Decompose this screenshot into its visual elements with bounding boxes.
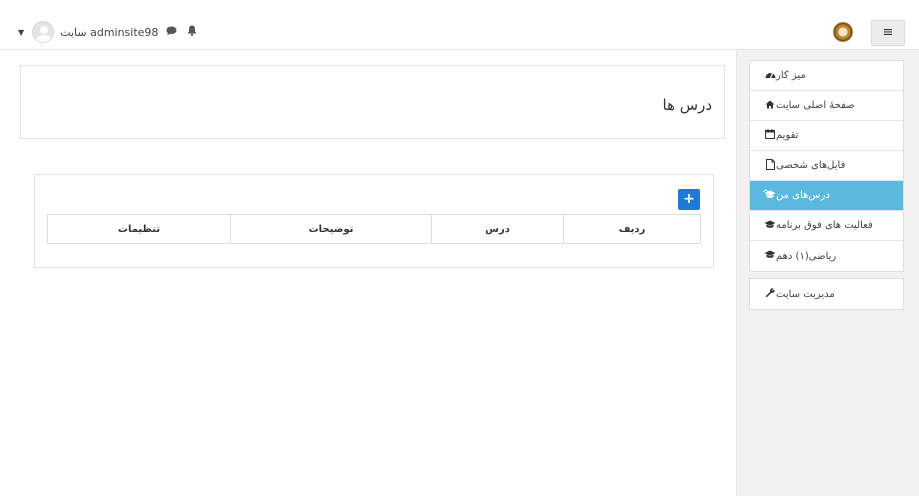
column-header-description[interactable]: توضیحات [230, 215, 431, 243]
comment-icon[interactable] [166, 26, 177, 39]
sidebar-item-dashboard[interactable]: میز کار [750, 61, 903, 91]
sidebar-item-math-10[interactable]: ریاضی(۱) دهم [750, 241, 903, 271]
plus-icon: + [683, 191, 695, 207]
graduation-cap-icon [764, 220, 776, 232]
sidebar-item-label: فعالیت های فوق برنامه [776, 220, 873, 231]
home-icon [764, 100, 776, 112]
sidebar-item-label: درس‌های من [776, 190, 830, 201]
bell-icon[interactable] [187, 25, 197, 39]
site-logo[interactable] [833, 22, 853, 42]
sidebar-item-private-files[interactable]: فایل‌های شخصی [750, 151, 903, 181]
sidebar-item-label: ریاضی(۱) دهم [776, 250, 837, 262]
sidebar-nav-group: میز کار صفحهٔ اصلی سایت تقویم [749, 60, 904, 272]
username[interactable]: سایت adminsite98 [60, 26, 158, 39]
wrench-icon [764, 287, 776, 301]
sidebar-item-calendar[interactable]: تقویم [750, 121, 903, 151]
sidebar-item-home[interactable]: صفحهٔ اصلی سایت [750, 91, 903, 121]
sidebar-item-site-admin[interactable]: مدیریت سایت [750, 279, 903, 309]
sidebar-item-label: فایل‌های شخصی [776, 160, 846, 171]
graduation-cap-icon [764, 250, 776, 262]
page-header-card: درس ها [20, 65, 725, 139]
user-menu[interactable]: ▼ سایت adminsite98 [18, 20, 207, 44]
column-header-row-number[interactable]: ردیف [563, 215, 700, 243]
caret-down-icon[interactable]: ▼ [18, 28, 24, 37]
column-header-course[interactable]: درس [431, 215, 563, 243]
add-button[interactable]: + [678, 189, 700, 210]
sidebar-item-label: صفحهٔ اصلی سایت [776, 100, 855, 111]
hamburger-icon: ≡ [882, 25, 894, 40]
page-title: درس ها [662, 96, 712, 114]
column-header-settings[interactable]: تنظیمات [48, 215, 230, 243]
calendar-icon [764, 129, 776, 142]
hamburger-button[interactable]: ≡ [871, 20, 905, 46]
sidebar-item-extracurricular[interactable]: فعالیت های فوق برنامه [750, 211, 903, 241]
file-icon [764, 158, 776, 173]
dashboard-icon [764, 70, 776, 82]
sidebar-item-label: مدیریت سایت [776, 288, 835, 300]
chevron-up-icon[interactable]: ^ [762, 189, 770, 199]
avatar[interactable] [32, 21, 55, 43]
sidebar: میز کار صفحهٔ اصلی سایت تقویم [736, 50, 919, 496]
sidebar-item-label: تقویم [776, 130, 799, 141]
courses-table-card: + ردیف درس توضیحات تنظیمات [34, 174, 714, 268]
sidebar-admin-group: مدیریت سایت [749, 278, 904, 310]
courses-table: ردیف درس توضیحات تنظیمات [47, 214, 701, 244]
sidebar-item-my-courses[interactable]: درس‌های من ^ [750, 181, 903, 211]
sidebar-item-label: میز کار [776, 70, 806, 81]
top-navbar: ▼ سایت adminsite98 ≡ [0, 0, 919, 50]
